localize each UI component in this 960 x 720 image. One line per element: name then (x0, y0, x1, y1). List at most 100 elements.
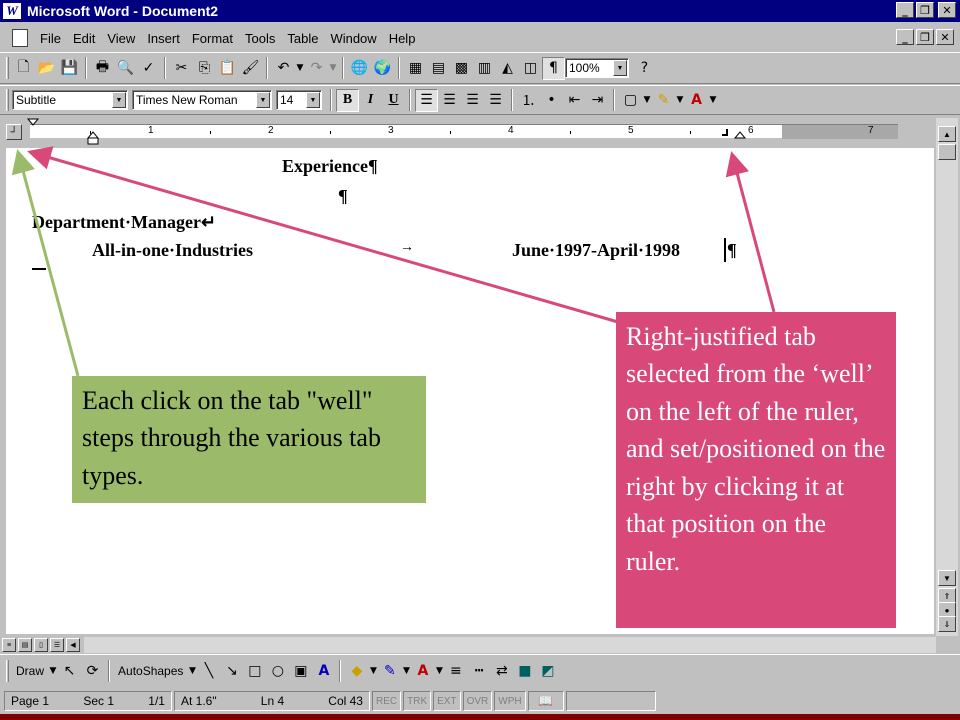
menu-edit[interactable]: Edit (67, 31, 101, 46)
align-right-icon[interactable]: ☰ (461, 89, 484, 112)
borders-icon[interactable]: ▢ (619, 89, 642, 112)
new-document-icon[interactable]: 🗋 (12, 57, 35, 80)
cut-icon[interactable]: ✂ (170, 57, 193, 80)
toolbar-grip[interactable] (6, 89, 9, 111)
restore-button[interactable]: ❐ (916, 2, 934, 18)
underline-button[interactable]: U (382, 89, 405, 112)
justify-icon[interactable]: ☰ (484, 89, 507, 112)
word-app-icon[interactable]: W (3, 3, 21, 19)
web-layout-view-icon[interactable]: ▤ (18, 638, 32, 652)
doc-minimize-button[interactable]: _ (896, 29, 914, 45)
toolbar-grip[interactable] (6, 659, 9, 682)
bold-button[interactable]: B (336, 88, 359, 112)
text-box-icon[interactable]: ▣ (289, 659, 312, 682)
font-size-select[interactable]: 14 ▼ (276, 90, 322, 110)
copy-icon[interactable]: ⎘ (193, 57, 216, 80)
highlight-dropdown-icon[interactable]: ▼ (675, 89, 685, 112)
menu-tools[interactable]: Tools (239, 31, 281, 46)
chevron-down-icon[interactable]: ▼ (256, 92, 270, 108)
menu-view[interactable]: View (101, 31, 141, 46)
doc-restore-button[interactable]: ❐ (916, 29, 934, 45)
increase-indent-icon[interactable]: ⇥ (586, 89, 609, 112)
line-color-dropdown-icon[interactable]: ▼ (401, 659, 411, 682)
align-left-icon[interactable]: ☰ (415, 88, 438, 112)
arrow-style-icon[interactable]: ⇄ (490, 659, 513, 682)
highlight-icon[interactable]: ✎ (652, 89, 675, 112)
3d-icon[interactable]: ◩ (536, 659, 559, 682)
spelling-status-icon[interactable]: 📖 (527, 691, 564, 711)
scroll-up-icon[interactable]: ▲ (938, 126, 956, 142)
columns-icon[interactable]: ▥ (473, 57, 496, 80)
fill-color-dropdown-icon[interactable]: ▼ (368, 659, 378, 682)
decrease-indent-icon[interactable]: ⇤ (563, 89, 586, 112)
oval-icon[interactable]: ○ (266, 659, 289, 682)
chevron-down-icon[interactable]: ▼ (306, 92, 320, 108)
font-color-icon[interactable]: A (411, 659, 434, 682)
menu-table[interactable]: Table (281, 31, 324, 46)
scroll-thumb[interactable] (938, 144, 956, 160)
menu-window[interactable]: Window (324, 31, 382, 46)
insert-hyperlink-icon[interactable]: 🌐 (348, 57, 371, 80)
line-icon[interactable]: ╲ (197, 659, 220, 682)
document-icon[interactable] (12, 29, 28, 47)
menu-insert[interactable]: Insert (141, 31, 186, 46)
wordart-icon[interactable]: A (312, 659, 335, 682)
next-page-icon[interactable]: ⇓ (938, 616, 956, 632)
normal-view-icon[interactable]: ≡ (2, 638, 16, 652)
borders-dropdown-icon[interactable]: ▼ (642, 89, 652, 112)
show-hide-icon[interactable]: ¶ (542, 56, 565, 80)
align-center-icon[interactable]: ☰ (438, 89, 461, 112)
draw-menu-button[interactable]: Draw (12, 664, 48, 678)
redo-dropdown-icon[interactable]: ▼ (328, 57, 338, 80)
italic-button[interactable]: I (359, 89, 382, 112)
numbering-icon[interactable]: ⒈ (517, 89, 540, 112)
menu-format[interactable]: Format (186, 31, 239, 46)
toolbar-grip[interactable] (6, 57, 9, 79)
print-icon[interactable]: 🖶 (91, 57, 114, 80)
open-folder-icon[interactable]: 📂 (35, 57, 58, 80)
fill-color-icon[interactable]: ◆ (345, 659, 368, 682)
format-painter-icon[interactable]: 🖌 (239, 57, 262, 80)
draw-dropdown-icon[interactable]: ▼ (48, 659, 58, 682)
chevron-down-icon[interactable]: ▼ (112, 92, 126, 108)
doc-close-button[interactable]: ✕ (936, 29, 954, 45)
spelling-icon[interactable]: ✓ (137, 57, 160, 80)
select-objects-icon[interactable]: ↖ (58, 659, 81, 682)
autoshapes-menu-button[interactable]: AutoShapes (114, 664, 187, 678)
close-button[interactable]: ✕ (938, 2, 956, 18)
line-style-icon[interactable]: ≡ (444, 659, 467, 682)
insert-excel-icon[interactable]: ▩ (450, 57, 473, 80)
arrow-icon[interactable]: ↘ (220, 659, 243, 682)
scroll-down-icon[interactable]: ▼ (938, 570, 956, 586)
status-ext[interactable]: EXT (433, 691, 461, 711)
rectangle-icon[interactable]: □ (243, 659, 266, 682)
status-rec[interactable]: REC (372, 691, 402, 711)
insert-table-icon[interactable]: ▤ (427, 57, 450, 80)
font-color-dropdown-icon[interactable]: ▼ (708, 89, 718, 112)
status-wph[interactable]: WPH (494, 691, 526, 711)
font-select[interactable]: Times New Roman ▼ (132, 90, 272, 110)
scroll-left-icon[interactable]: ◀ (66, 638, 80, 652)
bullets-icon[interactable]: • (540, 89, 563, 112)
font-color-icon[interactable]: A (685, 89, 708, 112)
office-assistant-icon[interactable]: ? (633, 57, 656, 80)
minimize-button[interactable]: _ (896, 2, 914, 18)
undo-dropdown-icon[interactable]: ▼ (295, 57, 305, 80)
print-preview-icon[interactable]: 🔍 (114, 57, 137, 80)
save-icon[interactable]: 💾 (58, 57, 81, 80)
free-rotate-icon[interactable]: ⟳ (81, 659, 104, 682)
outline-view-icon[interactable]: ☰ (50, 638, 64, 652)
menu-help[interactable]: Help (383, 31, 422, 46)
shadow-icon[interactable]: ■ (513, 659, 536, 682)
dash-style-icon[interactable]: ┅ (467, 659, 490, 682)
autoshapes-dropdown-icon[interactable]: ▼ (187, 659, 197, 682)
document-map-icon[interactable]: ◫ (519, 57, 542, 80)
horizontal-scroll-track[interactable] (84, 637, 936, 653)
print-layout-view-icon[interactable]: ▯ (34, 638, 48, 652)
redo-icon[interactable]: ↷ (305, 57, 328, 80)
status-ovr[interactable]: OVR (462, 691, 493, 711)
vertical-scrollbar[interactable]: ▲ ▼ ⇑ ● ⇓ (936, 118, 958, 636)
font-color-dropdown-icon[interactable]: ▼ (434, 659, 444, 682)
horizontal-ruler[interactable]: ┘ 1 2 3 4 5 6 7 (0, 118, 936, 148)
tables-borders-icon[interactable]: ▦ (404, 57, 427, 80)
